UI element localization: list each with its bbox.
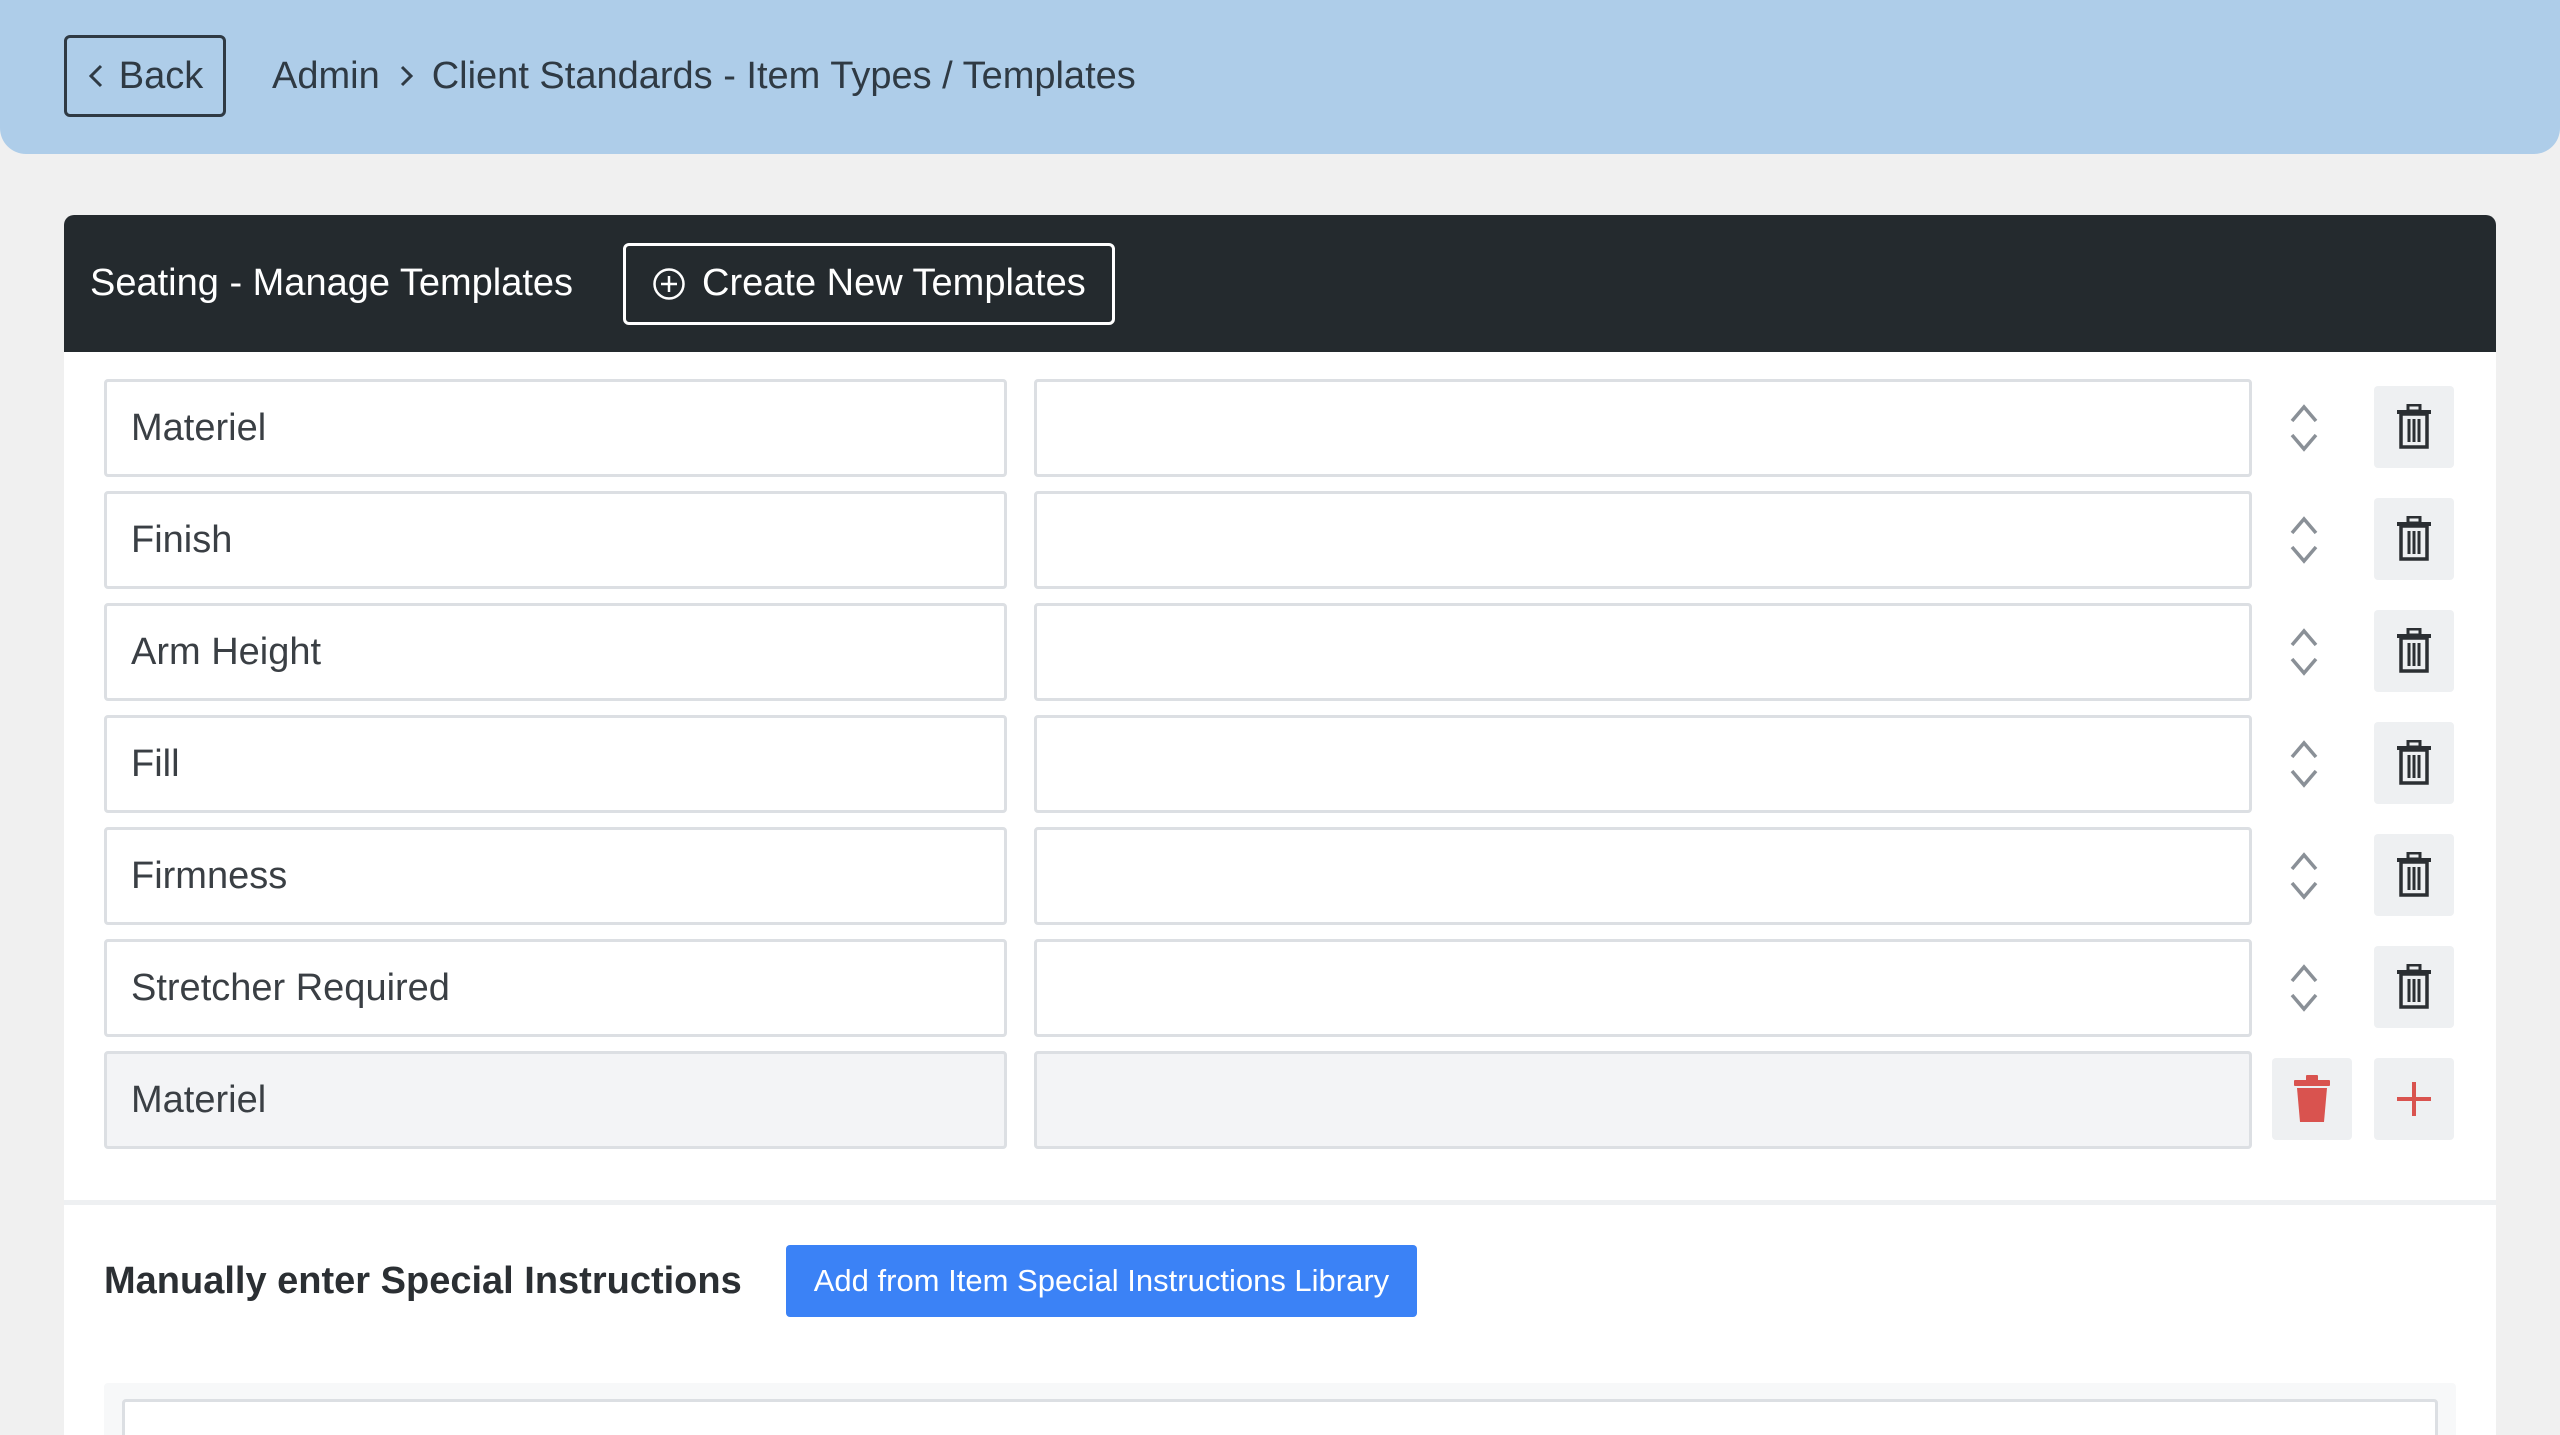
attribute-value-input[interactable] — [1034, 715, 2252, 813]
card-header: Seating - Manage Templates Create New Te… — [64, 215, 2496, 352]
template-row — [104, 827, 2484, 925]
new-template-row — [104, 1051, 2484, 1149]
delete-row-button[interactable] — [2374, 498, 2454, 580]
delete-row-button[interactable] — [2374, 722, 2454, 804]
create-templates-button[interactable]: Create New Templates — [623, 242, 1115, 325]
trash-icon — [2397, 516, 2431, 561]
back-label: Back — [118, 54, 204, 97]
sort-handle-icon[interactable] — [2284, 849, 2324, 903]
plus-icon — [2397, 1082, 2431, 1116]
card-title: Seating - Manage Templates — [90, 262, 574, 304]
sort-handle-icon[interactable] — [2284, 961, 2324, 1015]
add-from-library-button[interactable]: Add from Item Special Instructions Libra… — [785, 1245, 1418, 1317]
special-instructions-panel — [104, 1383, 2456, 1435]
attribute-value-input[interactable] — [1034, 491, 2252, 589]
special-instructions-title: Manually enter Special Instructions — [104, 1259, 742, 1302]
trash-icon — [2397, 740, 2431, 785]
plus-circle-icon — [653, 267, 685, 300]
breadcrumb-admin[interactable]: Admin — [272, 55, 380, 98]
trash-filled-icon — [2294, 1075, 2330, 1122]
section-divider — [64, 1200, 2496, 1205]
new-attribute-value-input[interactable] — [1034, 1051, 2252, 1149]
sort-handle-icon[interactable] — [2284, 737, 2324, 791]
chevron-right-icon — [400, 65, 413, 87]
template-row — [104, 603, 2484, 701]
delete-row-button[interactable] — [2374, 610, 2454, 692]
trash-icon — [2397, 964, 2431, 1009]
attribute-name-input[interactable] — [104, 603, 1007, 701]
template-row — [104, 491, 2484, 589]
sort-handle-icon[interactable] — [2284, 513, 2324, 567]
attribute-name-input[interactable] — [104, 491, 1007, 589]
add-row-button[interactable] — [2374, 1058, 2454, 1140]
template-row — [104, 715, 2484, 813]
special-instructions-textarea[interactable] — [122, 1399, 2438, 1435]
delete-row-button[interactable] — [2374, 946, 2454, 1028]
template-row — [104, 379, 2484, 477]
sort-handle-icon[interactable] — [2284, 401, 2324, 455]
back-button[interactable]: Back — [64, 35, 226, 117]
breadcrumb-current: Client Standards - Item Types / Template… — [431, 54, 1136, 97]
special-instructions-header: Manually enter Special Instructions Add … — [104, 1245, 1418, 1317]
new-attribute-name-input[interactable] — [104, 1051, 1007, 1149]
template-row — [104, 939, 2484, 1037]
chevron-left-icon — [88, 64, 102, 88]
attribute-value-input[interactable] — [1034, 379, 2252, 477]
trash-icon — [2397, 628, 2431, 673]
attribute-value-input[interactable] — [1034, 603, 2252, 701]
top-bar: Back Admin Client Standards - Item Types… — [0, 0, 2560, 154]
trash-icon — [2397, 404, 2431, 449]
trash-icon — [2397, 852, 2431, 897]
attribute-name-input[interactable] — [104, 715, 1007, 813]
attribute-value-input[interactable] — [1034, 939, 2252, 1037]
attribute-name-input[interactable] — [104, 379, 1007, 477]
templates-card: Seating - Manage Templates Create New Te… — [64, 215, 2496, 1435]
sort-handle-icon[interactable] — [2284, 625, 2324, 679]
delete-row-button[interactable] — [2374, 386, 2454, 468]
attribute-value-input[interactable] — [1034, 827, 2252, 925]
create-label: Create New Templates — [702, 262, 1086, 304]
attribute-name-input[interactable] — [104, 939, 1007, 1037]
delete-row-button[interactable] — [2374, 834, 2454, 916]
breadcrumb: Admin Client Standards - Item Types / Te… — [272, 48, 1136, 104]
attribute-name-input[interactable] — [104, 827, 1007, 925]
discard-row-button[interactable] — [2272, 1058, 2352, 1140]
